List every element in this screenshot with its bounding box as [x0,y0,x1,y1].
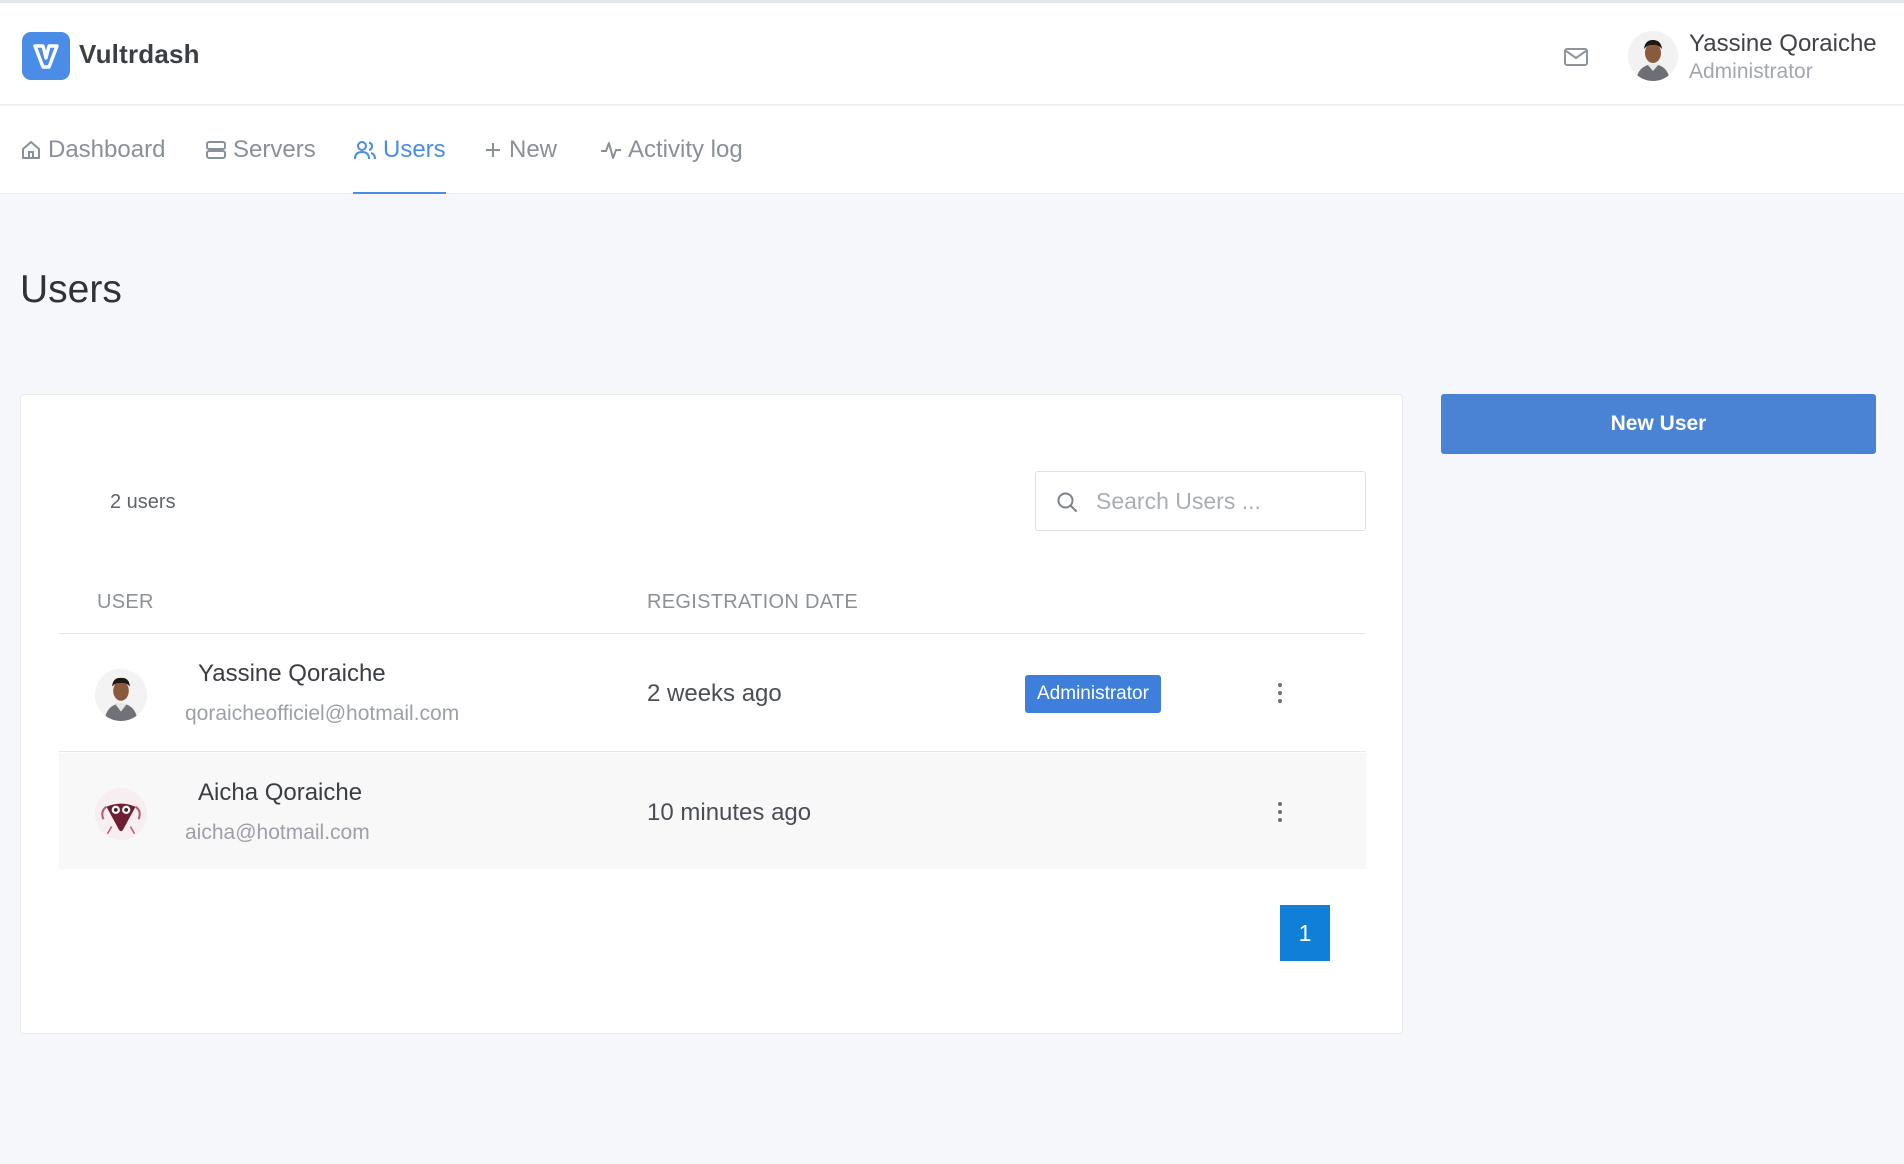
top-header: Vultrdash Yassine Qoraiche Administrator [0,0,1904,105]
user-name[interactable]: Yassine Qoraiche [198,660,386,688]
column-header-user: USER [97,591,154,613]
user-avatar-image [95,788,147,840]
nav-users[interactable]: Users [353,106,446,194]
nav-activity-log-label: Activity log [628,136,743,163]
user-count: 2 users [110,491,176,513]
row-actions-menu-icon[interactable] [1270,679,1290,707]
user-email: aicha@hotmail.com [185,821,370,844]
app-logo[interactable] [22,32,70,80]
avatar[interactable] [95,669,147,721]
server-icon [206,141,226,159]
table-row: Aicha Qoraiche aicha@hotmail.com 10 minu… [59,753,1366,869]
header-user-name[interactable]: Yassine Qoraiche [1689,30,1877,58]
avatar[interactable] [95,788,147,840]
user-avatar-image [95,669,147,721]
nav-users-label: Users [383,136,446,163]
mail-icon[interactable] [1563,47,1589,67]
nav-new-label: New [509,136,558,163]
pagination-page-1[interactable]: 1 [1280,905,1330,961]
nav-servers[interactable]: Servers [205,106,316,194]
activity-icon [601,142,621,159]
new-user-button[interactable]: New User [1441,394,1876,454]
row-actions-menu-icon[interactable] [1270,798,1290,826]
table-row: Yassine Qoraiche qoraicheofficiel@hotmai… [59,634,1366,752]
user-email: qoraicheofficiel@hotmail.com [185,702,460,725]
app-brand[interactable]: Vultrdash [79,39,200,70]
nav-new[interactable]: New [483,106,557,194]
home-icon [22,141,40,159]
nav-dashboard[interactable]: Dashboard [20,106,165,194]
search-box[interactable] [1035,471,1366,531]
role-badge: Administrator [1025,675,1161,713]
search-icon [1057,492,1077,512]
nav-servers-label: Servers [233,136,316,163]
user-registration-date: 2 weeks ago [647,680,782,707]
page-title: Users [20,268,122,311]
users-card: 2 users USER REGISTRATION DATE Yassine Q… [20,394,1403,1034]
user-avatar-image [1628,31,1678,81]
logo-v-icon [33,44,59,69]
nav-activity-log[interactable]: Activity log [600,106,743,194]
header-user-role: Administrator [1689,60,1813,83]
user-name[interactable]: Aicha Qoraiche [198,779,362,807]
plus-icon [486,143,500,157]
user-registration-date: 10 minutes ago [647,799,812,826]
nav-dashboard-label: Dashboard [48,136,166,163]
users-icon [354,141,376,160]
search-input[interactable] [1096,472,1356,530]
header-avatar[interactable] [1628,31,1678,81]
column-header-registration-date: REGISTRATION DATE [647,591,859,613]
main-nav: Dashboard Servers Users New Activity log [0,106,1904,194]
